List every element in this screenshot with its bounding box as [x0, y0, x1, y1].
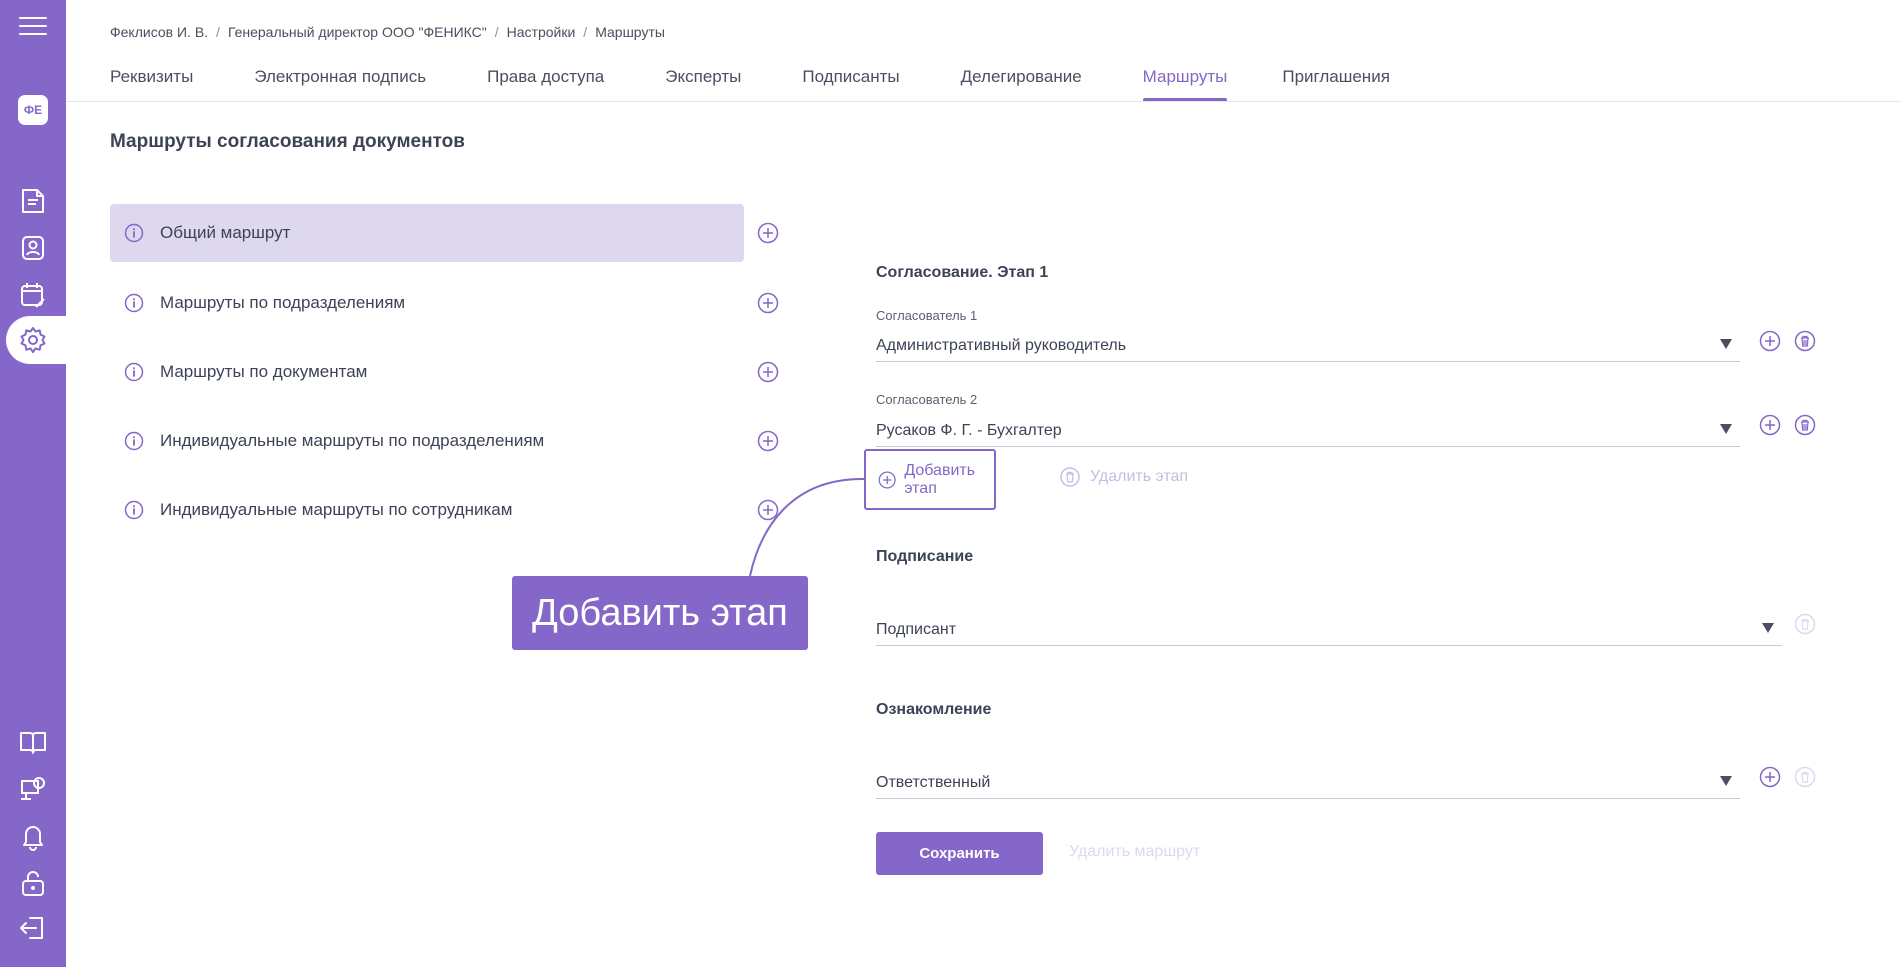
route-individual-departments[interactable]: Индивидуальные маршруты по подразделения…: [110, 412, 744, 470]
breadcrumb-separator: /: [494, 24, 499, 40]
info-icon: [124, 431, 144, 451]
chevron-down-icon: [1762, 623, 1774, 633]
approver-2-value: Русаков Ф. Г. - Бухгалтер: [876, 422, 1062, 439]
settings-tabs: Реквизиты Электронная подпись Права дост…: [110, 67, 1390, 102]
menu-icon[interactable]: [14, 7, 52, 45]
page-title: Маршруты согласования документов: [110, 131, 465, 152]
approver-1-value: Административный руководитель: [876, 337, 1127, 354]
add-responsible-icon[interactable]: [1759, 766, 1781, 788]
familiarization-title: Ознакомление: [876, 701, 992, 718]
trash-icon[interactable]: [1794, 414, 1816, 436]
add-route-departments-icon[interactable]: [757, 292, 779, 314]
signing-title: Подписание: [876, 548, 974, 565]
breadcrumb-position[interactable]: Генеральный директор ООО "ФЕНИКС": [228, 24, 487, 40]
route-general[interactable]: Общий маршрут: [110, 204, 744, 262]
chevron-down-icon: [1720, 776, 1732, 786]
chevron-down-icon: [1720, 339, 1732, 349]
tab-delegation[interactable]: Делегирование: [961, 67, 1082, 101]
chevron-down-icon: [1720, 424, 1732, 434]
tabs-divider: [66, 101, 1901, 102]
route-by-departments[interactable]: Маршруты по подразделениям: [110, 274, 744, 332]
signer-select[interactable]: Подписант: [876, 615, 1782, 646]
add-route-documents-icon[interactable]: [757, 361, 779, 383]
route-by-documents[interactable]: Маршруты по документам: [110, 343, 744, 401]
breadcrumb: Феклисов И. В. / Генеральный директор ОО…: [110, 24, 665, 40]
logout-icon[interactable]: [14, 909, 52, 947]
info-icon: [124, 223, 144, 243]
add-route-individual-departments-icon[interactable]: [757, 430, 779, 452]
avatar[interactable]: ФЕ: [18, 95, 48, 125]
tab-invitations[interactable]: Приглашения: [1282, 67, 1390, 101]
route-label: Маршруты по документам: [160, 362, 368, 381]
add-circle-icon: [878, 470, 896, 489]
tab-experts[interactable]: Эксперты: [665, 67, 741, 101]
tab-signers[interactable]: Подписанты: [802, 67, 899, 101]
tab-e-signature[interactable]: Электронная подпись: [254, 67, 426, 101]
save-button[interactable]: Сохранить: [876, 832, 1043, 875]
gear-icon[interactable]: [14, 321, 52, 359]
breadcrumb-settings[interactable]: Настройки: [507, 24, 576, 40]
route-individual-employees[interactable]: Индивидуальные маршруты по сотрудникам: [110, 481, 744, 539]
tab-requisites[interactable]: Реквизиты: [110, 67, 193, 101]
info-icon: [124, 500, 144, 520]
add-stage-button[interactable]: Добавить этап: [864, 449, 996, 510]
tab-routes[interactable]: Маршруты: [1142, 67, 1227, 102]
responsible-select[interactable]: Ответственный: [876, 768, 1740, 799]
contact-icon[interactable]: [14, 229, 52, 267]
breadcrumb-user[interactable]: Феклисов И. В.: [110, 24, 208, 40]
sidebar: ФЕ: [0, 0, 66, 967]
approver-2-label: Согласователь 2: [876, 392, 978, 407]
route-label: Общий маршрут: [160, 223, 291, 242]
info-icon: [124, 362, 144, 382]
add-route-individual-employees-icon[interactable]: [757, 499, 779, 521]
route-label: Индивидуальные маршруты по сотрудникам: [160, 500, 513, 519]
add-approver-icon[interactable]: [1759, 414, 1781, 436]
unlock-icon[interactable]: [14, 864, 52, 902]
add-stage-label: Добавить этап: [904, 461, 976, 497]
approver-1-label: Согласователь 1: [876, 308, 978, 323]
callout-tooltip: Добавить этап: [512, 576, 808, 650]
trash-icon[interactable]: [1794, 613, 1816, 635]
approver-1-select[interactable]: Административный руководитель: [876, 331, 1740, 362]
delete-stage-button[interactable]: Удалить этап: [1060, 466, 1188, 488]
trash-icon: [1060, 467, 1080, 487]
support-icon[interactable]: [14, 770, 52, 808]
delete-route-button[interactable]: Удалить маршрут: [1069, 843, 1200, 861]
breadcrumb-separator: /: [216, 24, 220, 40]
book-icon[interactable]: [14, 723, 52, 761]
approver-2-select[interactable]: Русаков Ф. Г. - Бухгалтер: [876, 416, 1740, 447]
route-label: Индивидуальные маршруты по подразделения…: [160, 431, 545, 450]
delete-stage-label: Удалить этап: [1090, 468, 1189, 485]
approval-stage-title: Согласование. Этап 1: [876, 264, 1049, 281]
signer-value: Подписант: [876, 621, 957, 638]
route-label: Маршруты по подразделениям: [160, 293, 406, 312]
trash-icon[interactable]: [1794, 766, 1816, 788]
add-route-general-icon[interactable]: [757, 222, 779, 244]
add-approver-icon[interactable]: [1759, 330, 1781, 352]
breadcrumb-current: Маршруты: [595, 24, 665, 40]
calendar-edit-icon[interactable]: [14, 276, 52, 314]
info-icon: [124, 293, 144, 313]
tab-access-rights[interactable]: Права доступа: [487, 67, 604, 101]
breadcrumb-separator: /: [583, 24, 588, 40]
bell-icon[interactable]: [14, 817, 52, 855]
responsible-value: Ответственный: [876, 774, 991, 791]
trash-icon[interactable]: [1794, 330, 1816, 352]
document-icon[interactable]: [14, 182, 52, 220]
